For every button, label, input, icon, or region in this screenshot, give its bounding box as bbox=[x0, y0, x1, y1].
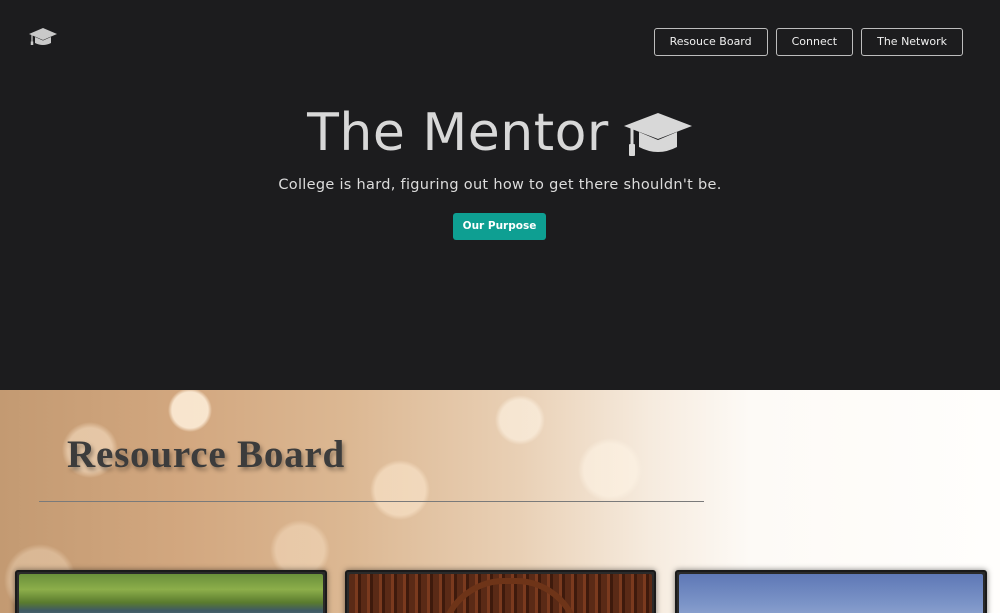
resource-card[interactable] bbox=[675, 570, 987, 613]
blue-sky-photo bbox=[679, 574, 983, 613]
campus-garden-photo bbox=[19, 574, 323, 613]
nav-the-network-button[interactable]: The Network bbox=[861, 28, 963, 56]
graduation-cap-icon[interactable] bbox=[28, 26, 58, 48]
library-arches-photo bbox=[349, 574, 652, 613]
hero-subtitle: College is hard, figuring out how to get… bbox=[278, 177, 722, 193]
resource-card[interactable] bbox=[345, 570, 656, 613]
our-purpose-button[interactable]: Our Purpose bbox=[453, 213, 546, 240]
hero-section: Resouce Board Connect The Network The Me… bbox=[0, 0, 1000, 390]
section-divider bbox=[39, 501, 704, 502]
resource-card[interactable] bbox=[15, 570, 327, 613]
resource-board-section: Resource Board bbox=[0, 390, 1000, 613]
hero-title-row: The Mentor bbox=[0, 103, 1000, 163]
top-nav: Resouce Board Connect The Network bbox=[653, 28, 963, 56]
page-title: The Mentor bbox=[307, 103, 609, 163]
nav-resource-board-button[interactable]: Resouce Board bbox=[653, 28, 768, 56]
graduation-cap-icon bbox=[623, 113, 692, 156]
nav-connect-button[interactable]: Connect bbox=[775, 28, 854, 56]
section-title: Resource Board bbox=[67, 433, 346, 476]
